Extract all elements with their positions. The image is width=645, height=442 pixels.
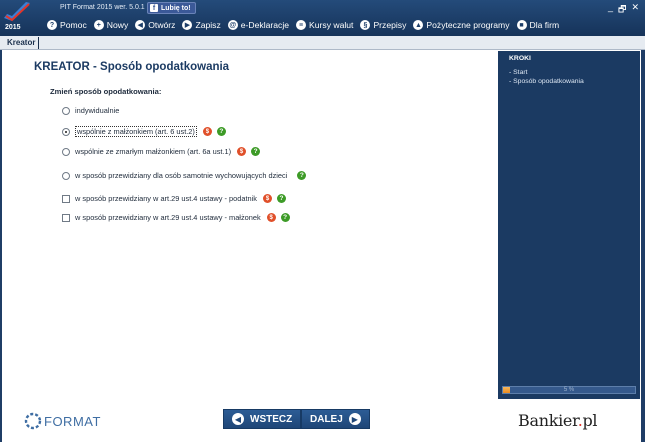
title-toolbar: 2015 PIT Format 2015 wer. 5.0.1 f Lubię … (0, 0, 645, 36)
option-wspolnie-z-malzonkiem[interactable]: wspólnie z małżonkiem (art. 6 ust.2) $ ? (62, 126, 226, 137)
option-label: w sposób przewidziany dla osób samotnie … (75, 171, 288, 180)
progress-label: 5 % (563, 387, 575, 393)
pit-logo-icon (4, 2, 30, 22)
option-art29-podatnik[interactable]: w sposób przewidziany w art.29 ust.4 ust… (62, 194, 286, 203)
open-icon: ◀ (135, 20, 146, 30)
section-subtitle: Zmień sposób opodatkowania: (50, 87, 162, 96)
option-label: wspólnie z małżonkiem (art. 6 ust.2) (75, 126, 197, 137)
menu-label: Pożyteczne programy (426, 20, 510, 30)
menu-pomoc[interactable]: ? Pomoc (47, 20, 87, 30)
tab-kreator[interactable]: Kreator (4, 37, 40, 49)
bankier-logo-tld: pl (582, 411, 598, 430)
currency-icon: ≡ (296, 20, 307, 30)
question-icon: ? (47, 20, 57, 30)
menu-kursy-walut[interactable]: ≡ Kursy walut (296, 20, 353, 30)
business-icon: ■ (516, 20, 527, 30)
close-icon[interactable]: ✕ (631, 2, 639, 18)
option-art29-malzonek[interactable]: w sposób przewidziany w art.29 ust.4 ust… (62, 213, 290, 222)
checkbox[interactable] (62, 194, 70, 203)
option-label: w sposób przewidziany w art.29 ust.4 ust… (75, 213, 261, 222)
dollar-icon[interactable]: $ (266, 213, 276, 222)
radio-button-selected[interactable] (62, 127, 70, 136)
menu-label: Pomoc (60, 20, 87, 30)
back-button[interactable]: ◀ WSTECZ (223, 409, 302, 429)
regulations-icon: § (360, 20, 371, 30)
option-label: w sposób przewidziany w art.29 ust.4 ust… (75, 194, 257, 203)
radio-button[interactable] (62, 147, 70, 156)
save-icon: ▶ (182, 20, 193, 30)
menu-dla-firm[interactable]: ■ Dla firm (516, 20, 560, 30)
menu-label: e-Deklaracje (240, 20, 290, 30)
menu-e-deklaracje[interactable]: @ e-Deklaracje (227, 20, 290, 30)
dollar-icon[interactable]: $ (202, 127, 212, 136)
dollar-icon[interactable]: $ (262, 194, 272, 203)
help-icon[interactable]: ? (276, 194, 286, 203)
steps-panel: KROKI - Start - Sposób opodatkowania 5 % (498, 51, 640, 399)
menu-otworz[interactable]: ◀ Otwórz (135, 20, 175, 30)
logo-year: 2015 (5, 24, 21, 31)
option-indywidualnie[interactable]: indywidualnie (62, 106, 119, 115)
back-button-label: WSTECZ (250, 413, 293, 425)
progress-bar: 5 % (502, 386, 636, 394)
facebook-like-label: Lubię to! (161, 4, 191, 12)
minimize-icon[interactable]: _ (608, 2, 613, 18)
window-controls: _ 🗗 ✕ (608, 2, 639, 18)
bankier-logo: Bankier.pl (518, 411, 598, 430)
page-title: KREATOR - Sposób opodatkowania (34, 61, 230, 73)
bankier-logo-main: Bankier (518, 411, 578, 430)
checkbox[interactable] (62, 213, 70, 222)
radio-button[interactable] (62, 171, 70, 180)
arrow-left-icon: ◀ (232, 413, 244, 425)
format-logo-icon (24, 412, 42, 430)
menu-nowy[interactable]: + Nowy (93, 20, 129, 30)
tab-strip: Kreator (0, 36, 645, 50)
next-button[interactable]: DALEJ ▶ (301, 409, 370, 429)
help-icon[interactable]: ? (280, 213, 290, 222)
dollar-icon[interactable]: $ (237, 147, 247, 156)
option-wspolnie-ze-zmarlym[interactable]: wspólnie ze zmarłym małżonkiem (art. 6a … (62, 147, 261, 156)
main-menu: ? Pomoc + Nowy ◀ Otwórz ▶ Zapisz @ e-Dek… (47, 18, 566, 32)
menu-label: Dla firm (529, 20, 560, 30)
wizard-main: KREATOR - Sposób opodatkowania Zmień spo… (2, 50, 492, 400)
help-icon[interactable]: ? (251, 147, 261, 156)
step-item: - Start (509, 69, 528, 76)
menu-label: Zapisz (195, 20, 221, 30)
option-label: indywidualnie (75, 106, 120, 115)
menu-przepisy[interactable]: § Przepisy (360, 20, 406, 30)
programs-icon: ▲ (413, 20, 424, 30)
arrow-right-icon: ▶ (348, 413, 361, 425)
plus-icon: + (93, 20, 104, 30)
format-logo-text: FORMAT (44, 413, 101, 429)
help-icon[interactable]: ? (216, 127, 226, 136)
step-item: - Sposób opodatkowania (509, 78, 584, 85)
steps-title: KROKI (509, 55, 531, 62)
option-label: wspólnie ze zmarłym małżonkiem (art. 6a … (75, 147, 232, 156)
format-logo: FORMAT (24, 412, 101, 430)
option-samotnie-wychowujacych[interactable]: w sposób przewidziany dla osób samotnie … (62, 171, 307, 180)
menu-label: Przepisy (373, 20, 407, 30)
menu-label: Nowy (106, 20, 129, 30)
pit-logo: 2015 (2, 1, 32, 35)
facebook-like-button[interactable]: f Lubię to! (147, 2, 196, 14)
radio-button[interactable] (62, 106, 70, 115)
content-frame: KREATOR - Sposób opodatkowania Zmień spo… (2, 50, 641, 400)
help-icon[interactable]: ? (297, 171, 307, 180)
facebook-icon: f (150, 4, 158, 12)
edeclaration-icon: @ (227, 20, 238, 30)
menu-zapisz[interactable]: ▶ Zapisz (182, 20, 221, 30)
app-title: PIT Format 2015 wer. 5.0.1 (60, 4, 145, 11)
menu-label: Otwórz (148, 20, 176, 30)
menu-label: Kursy walut (309, 20, 354, 30)
restore-icon[interactable]: 🗗 (618, 2, 626, 18)
next-button-label: DALEJ (310, 413, 343, 425)
footer: FORMAT ◀ WSTECZ DALEJ ▶ Bankier.pl (2, 400, 641, 442)
menu-pozyteczne-programy[interactable]: ▲ Pożyteczne programy (413, 20, 510, 30)
